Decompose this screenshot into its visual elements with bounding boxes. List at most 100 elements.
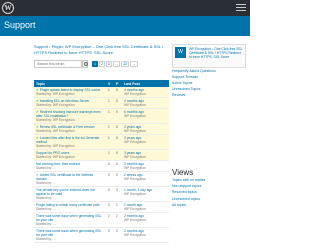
topic-cell: ✔Added SSL certificate to the Website do… <box>34 171 106 187</box>
last-post-author[interactable]: WP Encryption <box>124 114 167 118</box>
page-link[interactable]: 3 <box>105 61 112 67</box>
breadcrumb-plugin[interactable]: Plugin: WP Encryption – One Click free S… <box>34 44 163 55</box>
topic-cell: ✔Redirect showing insecure warnings even… <box>34 108 106 124</box>
last-post-cell: 2 years ago WP Encryption <box>122 134 169 150</box>
col-last-post: Last Post <box>122 80 169 87</box>
page-dots: … <box>112 61 121 67</box>
topic-title-link[interactable]: There was some issue when generating SSL… <box>36 229 101 237</box>
views-heading: Views <box>172 168 194 177</box>
last-post-cell: 4 months ago WP Encryption <box>122 87 169 98</box>
topic-cell: ✔Renew SSL certificate & Free version Sta… <box>34 123 106 135</box>
last-post-author[interactable]: WP Encryption <box>124 103 167 107</box>
last-post-cell: 2 years ago WP Encryption <box>122 123 169 135</box>
last-post-cell: 4 months ago WP Encryption <box>122 97 169 109</box>
page-link-last[interactable]: 22 <box>121 61 130 67</box>
voices-count: 1 <box>106 149 114 161</box>
hamburger-menu-icon[interactable] <box>236 4 246 12</box>
page-link[interactable]: 2 <box>98 61 105 67</box>
topic-cell: ✔Installing SSL on Windows Server Started… <box>34 97 106 109</box>
last-post-author[interactable]: WP Encryption <box>124 233 167 237</box>
topic-cell: There was some issue when generating SSL… <box>34 227 106 243</box>
last-post-author[interactable]: WP Encryption <box>124 207 167 211</box>
voices-count: 2 <box>106 212 114 228</box>
topics-body: ✔Plugin update failed to display SSL cac… <box>34 87 169 243</box>
view-link[interactable]: All topics <box>172 202 246 208</box>
plugin-description[interactable]: WP Encryption – One Click free SSL Certi… <box>189 47 243 60</box>
topic-meta: Started by: ... <box>36 166 56 170</box>
table-row: ✔Added SSL certificate to the Website do… <box>34 171 169 187</box>
breadcrumb-support[interactable]: Support <box>34 44 48 49</box>
pagination: 1 2 3 … 22 → <box>92 61 138 67</box>
table-row: There was some issue when generating SSL… <box>34 227 169 243</box>
voices-count: 2 <box>106 160 114 172</box>
replies-count: 0 <box>114 87 122 98</box>
last-post-author[interactable]: WP Encryption <box>124 129 167 133</box>
last-post-cell: 2 weeks ago WP Encryption <box>122 171 169 187</box>
topic-title-link[interactable]: Redirect showing insecure warnings even … <box>36 110 101 118</box>
last-post-cell: 3 months ago WP Encryption <box>122 160 169 172</box>
last-post-author[interactable]: WP Encryption <box>124 218 167 222</box>
last-post-cell: 1 month ago WP Encryption <box>122 201 169 213</box>
table-row: ✔Redirect showing insecure warnings even… <box>34 108 169 124</box>
topic-meta: Started by: WP Encryption <box>36 118 75 122</box>
last-post-cell: 2 months ago WP Encryption <box>122 212 169 228</box>
replies-count: 0 <box>114 123 122 135</box>
topic-title-link[interactable]: There was some issue when generating SSL… <box>36 214 101 222</box>
last-post-author[interactable]: WP Encryption <box>124 177 167 181</box>
topic-meta: Started by: ... <box>36 207 56 211</box>
topic-cell: There was some issue when generating SSL… <box>34 212 106 228</box>
sidebar-link[interactable]: Reviews <box>172 92 246 98</box>
col-topic: Topic <box>34 80 106 87</box>
sidebar-links: Frequently Asked Questions Support Thread… <box>172 68 246 98</box>
table-row: Plugin failing to obtain many certificat… <box>34 201 169 213</box>
topic-cell: Support for PRO users Started by: WP Encr… <box>34 149 106 161</box>
table-row: ✔Plugin update failed to display SSL cac… <box>34 87 169 98</box>
topic-meta: Started by: WP Encryption <box>36 144 75 148</box>
wordpress-logo-icon[interactable]: W <box>2 2 14 14</box>
last-post-author[interactable]: WP Encryption <box>124 140 167 144</box>
site-title[interactable]: Support <box>4 20 36 30</box>
last-post-author[interactable]: WP Encryption <box>124 166 167 170</box>
voices-count: 2 <box>106 201 114 213</box>
table-header-row: Topic V P Last Post <box>34 80 169 87</box>
last-post-cell: 2 months ago WP Encryption <box>122 227 169 243</box>
voices-count: 1 <box>106 97 114 109</box>
topic-title-link[interactable]: Locked files after first is the ssl Gene… <box>36 136 99 144</box>
last-post-author[interactable]: WP Encryption <box>124 155 167 159</box>
topics-table: Topic V P Last Post ✔Plugin update faile… <box>34 80 169 243</box>
page-current: 1 <box>92 61 98 67</box>
last-post-author[interactable]: WP Encryption <box>124 192 167 196</box>
table-row: The private key you've entered does not … <box>34 186 169 202</box>
plugin-logo-icon[interactable]: W <box>175 47 186 58</box>
last-post-author[interactable]: WP Encryption <box>124 92 167 96</box>
search-input[interactable] <box>35 61 75 67</box>
last-post-cell: 6 months ago WP Encryption <box>122 108 169 124</box>
site-header: Support <box>0 16 250 36</box>
topic-meta: Started by: ... <box>36 237 56 241</box>
plugin-card: W WP Encryption – One Click free SSL Cert… <box>172 44 246 68</box>
table-row: ✔Locked files after first is the ssl Gen… <box>34 134 169 150</box>
replies-count: 2 <box>114 171 122 187</box>
replies-count: 2 <box>114 227 122 243</box>
voices-count: 1 <box>106 108 114 124</box>
voices-count: 2 <box>106 227 114 243</box>
replies-count: 2 <box>114 212 122 228</box>
last-post-cell: 3 years ago WP Encryption <box>122 149 169 161</box>
topic-cell: ✔Locked files after first is the ssl Gen… <box>34 134 106 150</box>
table-row: Not working free, then redirect Started b… <box>34 160 169 172</box>
replies-count: 2 <box>114 160 122 172</box>
col-replies: P <box>114 80 122 87</box>
sidebar: W WP Encryption – One Click free SSL Cert… <box>172 44 246 208</box>
voices-count: 2 <box>106 171 114 187</box>
page-next-arrow-icon[interactable]: → <box>130 61 138 67</box>
search-box <box>34 60 82 68</box>
replies-count: 1 <box>114 201 122 213</box>
topic-meta: Started by: ... <box>36 196 56 200</box>
search-icon[interactable] <box>82 60 88 68</box>
replies-count: 0 <box>114 134 122 150</box>
replies-count: 0 <box>114 97 122 109</box>
topic-title-link[interactable]: Added SSL certificate to the Website dom… <box>36 173 93 181</box>
topic-meta: Started by: ... <box>36 181 56 185</box>
breadcrumb: Support › Plugin: WP Encryption – One Cl… <box>34 44 164 56</box>
topic-title-link[interactable]: The private key you've entered does not … <box>36 188 95 196</box>
